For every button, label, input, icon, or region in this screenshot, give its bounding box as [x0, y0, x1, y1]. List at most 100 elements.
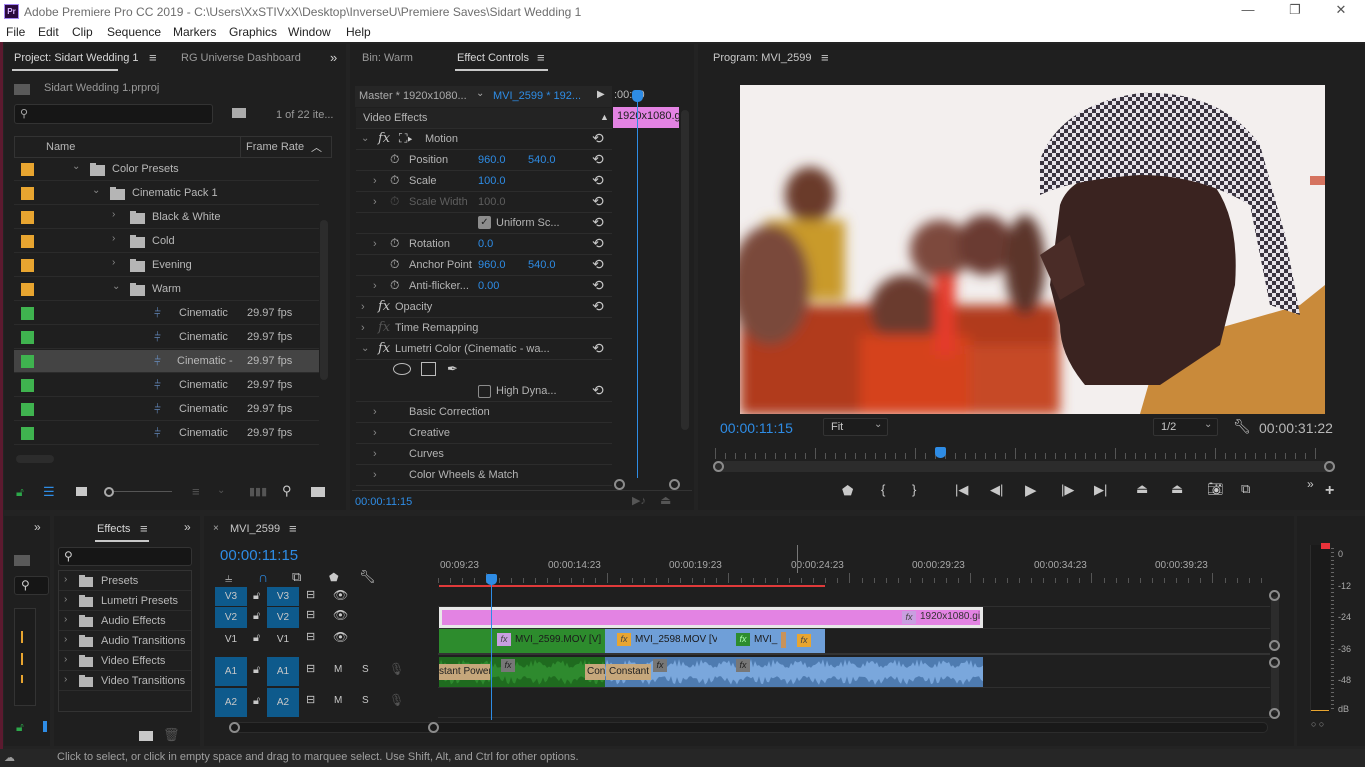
toggle-output-eye-icon[interactable]: 👁︎ — [333, 630, 348, 644]
playback-resolution-select[interactable]: 1/2 ⌄ — [1153, 418, 1218, 436]
creative-section[interactable]: Creative — [409, 427, 450, 439]
menu-edit[interactable]: Edit — [38, 25, 59, 39]
project-item-row[interactable]: ⌄ Warm — [14, 278, 319, 301]
voice-over-mic-icon[interactable]: 🎙︎ — [389, 662, 404, 676]
rectangle-mask-icon[interactable] — [421, 362, 436, 376]
label-color-swatch[interactable] — [21, 355, 34, 368]
lift-button[interactable]: ⏏ — [1136, 481, 1148, 497]
sync-lock-icon[interactable]: ⊟ — [306, 588, 315, 601]
expand-toggle[interactable]: › — [373, 406, 377, 418]
step-back-button[interactable]: ◀| — [990, 482, 1003, 498]
expand-toggle[interactable]: › — [373, 469, 377, 481]
find-icon[interactable]: ⚲ — [282, 483, 292, 499]
program-playhead[interactable] — [934, 447, 946, 458]
reset-icon[interactable]: ⟲ — [592, 235, 604, 252]
reset-icon[interactable]: ⟲ — [592, 214, 604, 231]
project-item-row[interactable]: ⌄ Cinematic Pack 1 — [14, 182, 319, 205]
effects-tree-item[interactable]: › Lumetri Presets — [59, 591, 191, 611]
sync-lock-icon[interactable]: ⊟ — [306, 608, 315, 621]
effects-tree-item[interactable]: › Video Transitions — [59, 671, 191, 691]
sort-dropdown-icon[interactable]: ⌄ — [217, 485, 225, 496]
sequence-clip-label[interactable]: MVI_2599 * 192... — [493, 90, 581, 102]
expand-toggle[interactable]: ⌄ — [92, 185, 100, 196]
scroll-handle[interactable] — [1269, 590, 1280, 601]
stopwatch-icon[interactable]: ⏱ — [390, 152, 399, 167]
expand-toggle[interactable]: › — [373, 280, 377, 292]
reset-icon[interactable]: ⟲ — [592, 151, 604, 168]
v2-graphic-clip[interactable]: fx 1920x1080.gi — [439, 607, 983, 628]
pen-mask-icon[interactable]: ✒ — [447, 361, 458, 377]
track-target-v2[interactable]: V2 — [267, 607, 299, 628]
menu-markers[interactable]: Markers — [173, 25, 216, 39]
anchor-x-value[interactable]: 960.0 — [478, 259, 506, 271]
expand-toggle[interactable]: › — [373, 427, 377, 439]
anti-flicker-value[interactable]: 0.00 — [478, 280, 499, 292]
timeline-settings-wrench-icon[interactable]: 🔧︎ — [359, 569, 376, 585]
play-audio-icon[interactable]: ▶♪ — [632, 494, 646, 507]
nest-toggle-icon[interactable]: ⫨ — [225, 570, 232, 586]
menu-file[interactable]: File — [6, 25, 25, 39]
master-clip-label[interactable]: Master * 1920x1080... — [359, 90, 467, 102]
reset-icon[interactable]: ⟲ — [592, 193, 604, 210]
play-button[interactable]: ▶ — [1025, 481, 1037, 499]
tab-bin-warm[interactable]: Bin: Warm — [362, 52, 413, 64]
label-color-swatch[interactable] — [21, 403, 34, 416]
fx-toggle-icon[interactable]: fx — [378, 341, 390, 356]
program-zoom-scrollbar[interactable] — [713, 461, 1335, 472]
mark-in-button[interactable]: { — [881, 482, 885, 497]
fx-toggle-icon[interactable]: fx — [378, 131, 390, 146]
source-patch-v2[interactable]: V2 — [215, 607, 247, 628]
voice-over-mic-icon[interactable]: 🎙︎ — [389, 693, 404, 707]
expand-toggle[interactable]: › — [112, 233, 115, 244]
expand-toggle[interactable]: › — [64, 614, 67, 625]
lock-icon[interactable]: 🔓︎ — [16, 485, 24, 500]
bin-icon[interactable] — [14, 555, 30, 566]
restore-button[interactable]: ❐ — [1280, 2, 1310, 20]
clip-indicator[interactable] — [1321, 543, 1330, 549]
sync-lock-icon[interactable]: ⊟ — [306, 693, 315, 706]
curves-section[interactable]: Curves — [409, 448, 444, 460]
audio-tracks-scrollbar[interactable] — [1271, 663, 1279, 713]
expand-toggle[interactable]: › — [64, 654, 67, 665]
project-item-row[interactable]: › Evening — [14, 254, 319, 277]
zoom-level-select[interactable]: Fit ⌄ — [823, 418, 888, 436]
source-patch-a2[interactable]: A2 — [215, 688, 247, 717]
list-view-icon[interactable] — [43, 721, 47, 732]
menu-help[interactable]: Help — [346, 25, 371, 39]
project-item-row[interactable]: ⫩ Cinematic - 29.97 fps — [14, 350, 319, 373]
column-frame-rate[interactable]: Frame Rate — [246, 141, 304, 153]
chevron-down-icon[interactable]: ⌄ — [476, 88, 484, 99]
stopwatch-icon[interactable]: ⏱ — [390, 257, 399, 272]
minimize-button[interactable]: — — [1233, 2, 1263, 20]
program-time-ruler[interactable] — [715, 448, 1325, 460]
label-color-swatch[interactable] — [21, 427, 34, 440]
toggle-output-eye-icon[interactable]: 👁︎ — [333, 608, 348, 622]
v1-clip-mvi2599[interactable]: fx MVI_2599.MOV [V] — [439, 629, 605, 653]
stopwatch-icon[interactable]: ⏱ — [390, 278, 399, 293]
label-color-swatch[interactable] — [21, 235, 34, 248]
audio-transition-constant-power[interactable]: stant Power — [439, 664, 490, 680]
scale-value[interactable]: 100.0 — [478, 175, 506, 187]
label-color-swatch[interactable] — [21, 259, 34, 272]
project-item-row[interactable]: › Cold — [14, 230, 319, 253]
icon-view-icon[interactable] — [76, 487, 87, 496]
mute-button[interactable]: M — [334, 695, 342, 706]
creative-cloud-icon[interactable]: ☁ — [4, 751, 15, 764]
reset-icon[interactable]: ⟲ — [592, 340, 604, 357]
project-item-row[interactable]: ⫩ Cinematic 29.97 fps — [14, 302, 319, 325]
extract-button[interactable]: ⏏ — [1171, 481, 1183, 497]
expand-toggle[interactable]: › — [361, 301, 365, 313]
audio-transition-cons[interactable]: Cons — [585, 664, 605, 680]
source-patch-v3[interactable]: V3 — [215, 587, 247, 606]
label-color-swatch[interactable] — [21, 163, 34, 176]
panel-menu-icon[interactable]: ≡ — [821, 50, 829, 65]
label-color-swatch[interactable] — [21, 331, 34, 344]
ec-zoom-left-handle[interactable] — [614, 479, 625, 490]
label-color-swatch[interactable] — [21, 379, 34, 392]
expand-toggle[interactable]: › — [64, 634, 67, 645]
panel-menu-icon[interactable]: ≡ — [140, 521, 148, 536]
comparison-view-button[interactable]: ⧉ — [1241, 481, 1250, 497]
project-hscrollbar[interactable] — [16, 455, 54, 463]
effects-tree-item[interactable]: › Video Effects — [59, 651, 191, 671]
export-frame-icon[interactable]: ⏏ — [660, 493, 671, 507]
